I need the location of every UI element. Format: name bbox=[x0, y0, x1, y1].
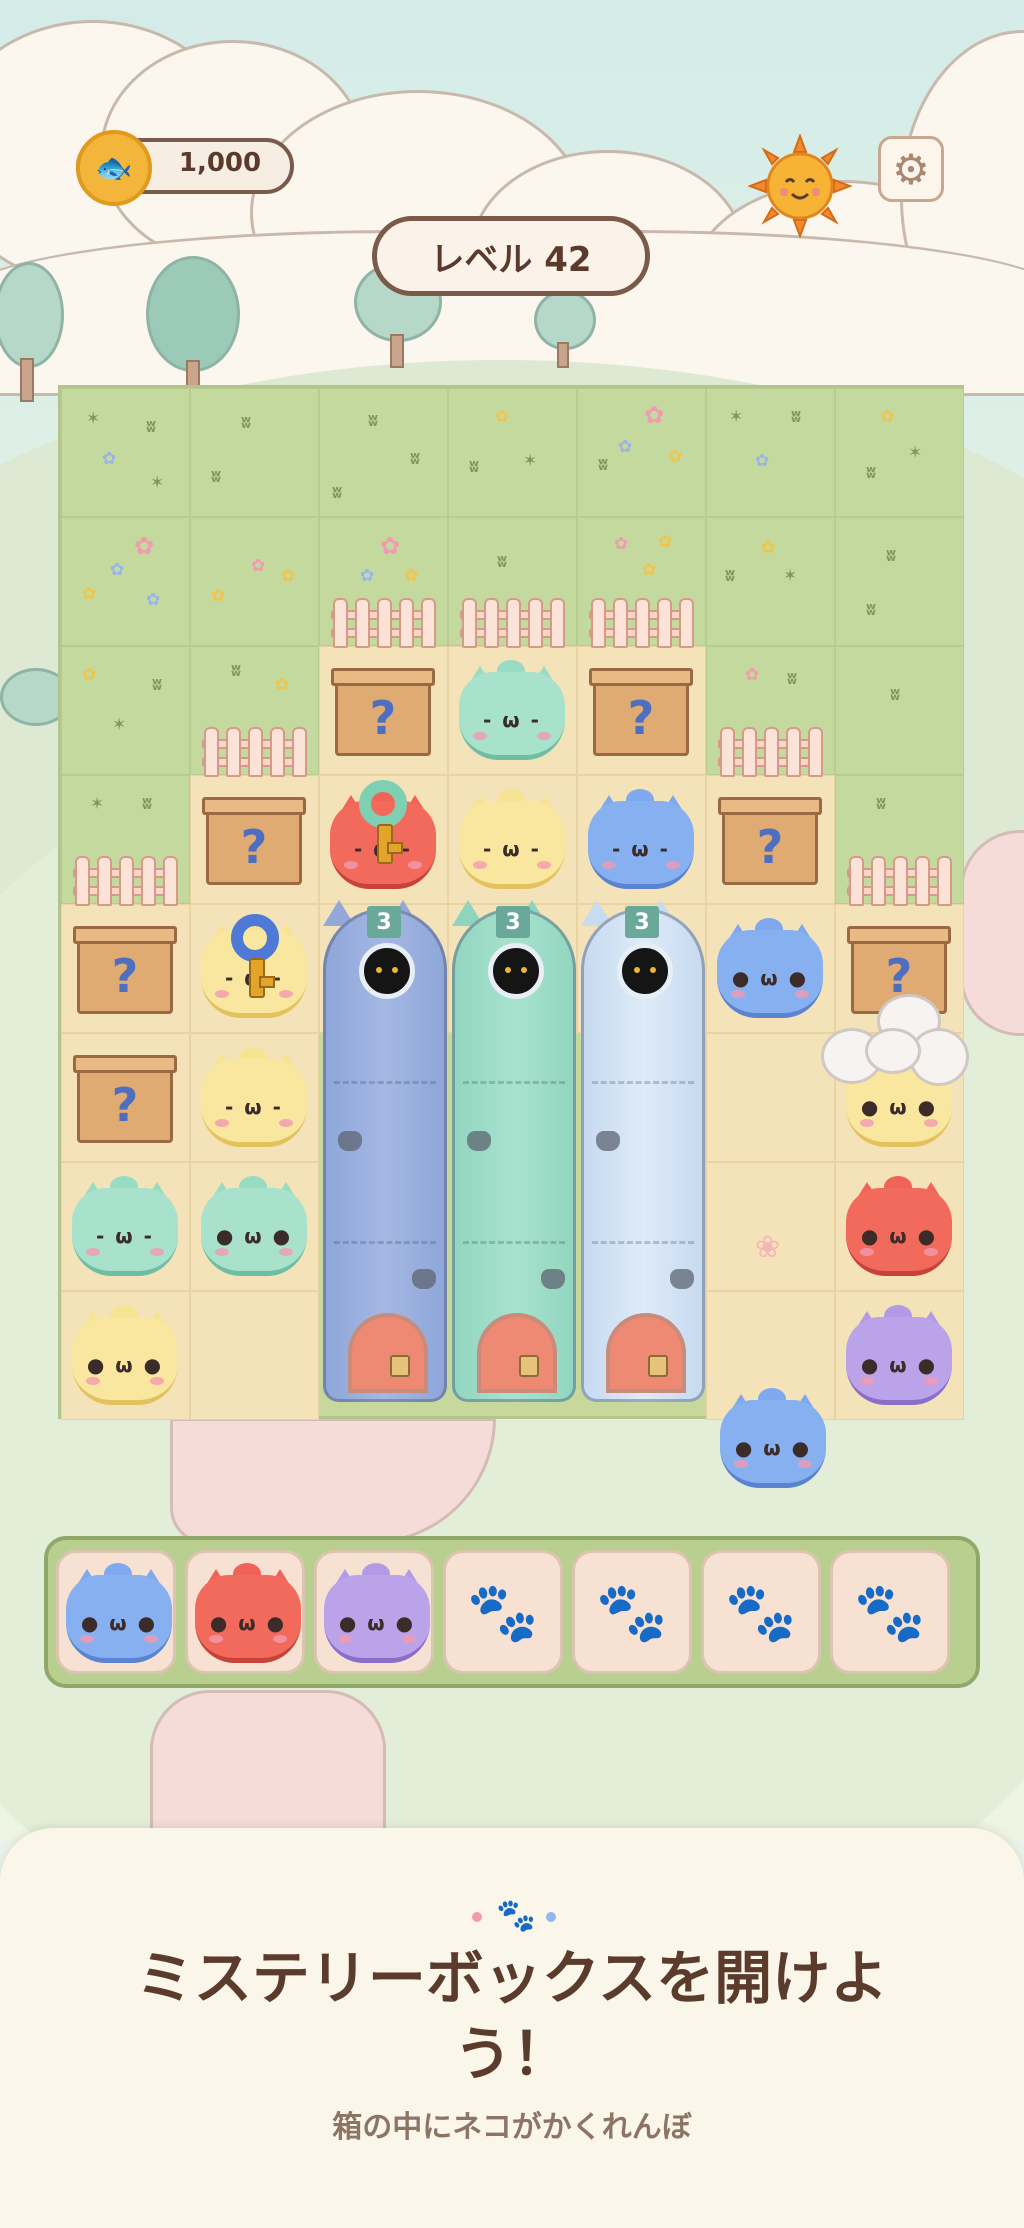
tube-counter: 3 bbox=[496, 906, 530, 938]
cat-blue-moving: ● ω ● bbox=[720, 1388, 826, 1488]
cat-purple-awake[interactable]: ● ω ● bbox=[846, 1305, 952, 1405]
grass-tile: ʬʬ bbox=[835, 517, 964, 646]
tray-slot-empty[interactable]: 🐾 bbox=[572, 1550, 692, 1674]
tree bbox=[146, 256, 240, 388]
cat-red-awake: ● ω ● bbox=[195, 1563, 301, 1663]
fence bbox=[202, 727, 307, 777]
tray-slot-filled[interactable]: ● ω ● bbox=[185, 1550, 305, 1674]
fence bbox=[847, 856, 952, 906]
locked-door bbox=[606, 1313, 686, 1393]
fence bbox=[589, 598, 694, 648]
path bbox=[960, 830, 1024, 1036]
paw-icon: 🐾 bbox=[595, 1577, 669, 1646]
cat-blue-sleeping[interactable]: - ω - bbox=[588, 789, 694, 889]
mystery-box[interactable]: ? bbox=[73, 922, 177, 1014]
lock-icon bbox=[390, 1355, 410, 1377]
game-board: ✶ ʬ ✿ ✶ ʬʬ ʬʬʬ ✿ ✶ ʬ ✿ ✿ ✿ ʬ ✶ ʬ ✿ ✿ ✶ ʬ ✿ ✿ ✿ ✿ ✿ ✿ ✿ ✿ ✿… bbox=[58, 385, 969, 1420]
smoke-puff bbox=[865, 1028, 921, 1074]
tree bbox=[534, 290, 596, 370]
tray-slot-empty[interactable]: 🐾 bbox=[701, 1550, 821, 1674]
cat-tray: ● ω ● ● ω ● ● ω ● 🐾 🐾 🐾 🐾 bbox=[44, 1536, 980, 1688]
grass-tile: ✶ ʬ ✿ ✶ bbox=[61, 388, 190, 517]
cat-tube-green[interactable] bbox=[452, 908, 576, 1402]
paw-icon: 🐾 bbox=[724, 1577, 798, 1646]
cat-red-awake[interactable]: ● ω ● bbox=[846, 1176, 952, 1276]
lock-icon bbox=[648, 1355, 668, 1377]
tray-slot-filled[interactable]: ● ω ● bbox=[56, 1550, 176, 1674]
grass-tile: ✶ ʬ ✿ bbox=[706, 388, 835, 517]
paw-icon: 🐾 bbox=[853, 1577, 927, 1646]
grass-tile: ✿ ✶ ʬ bbox=[835, 388, 964, 517]
tree bbox=[0, 262, 66, 422]
grass-tile: ✿ ✿ ✿ ✿ bbox=[61, 517, 190, 646]
cat-green-awake[interactable]: ● ω ● bbox=[201, 1176, 307, 1276]
mystery-box[interactable]: ? bbox=[202, 793, 306, 885]
locked-door bbox=[348, 1313, 428, 1393]
promo-headline: ミステリーボックスを開けよう！ bbox=[135, 1944, 889, 2088]
locked-door bbox=[477, 1313, 557, 1393]
grass-tile: ✿ ✶ ʬ bbox=[706, 517, 835, 646]
tube-counter: 3 bbox=[367, 906, 401, 938]
fence bbox=[73, 856, 178, 906]
cat-tube-blue[interactable] bbox=[323, 908, 447, 1402]
grass-tile: ✿ ✿ ✿ ʬ bbox=[577, 388, 706, 517]
cat-blue-awake[interactable]: ● ω ● bbox=[717, 918, 823, 1018]
tray-slot-empty[interactable]: 🐾 bbox=[443, 1550, 563, 1674]
sand-tile bbox=[190, 1291, 319, 1420]
paw-dots-decoration: 🐾 bbox=[462, 1896, 562, 1936]
sand-tile: ❀ bbox=[706, 1162, 835, 1291]
sun-icon[interactable] bbox=[748, 134, 852, 238]
tube-counter: 3 bbox=[625, 906, 659, 938]
grass-tile: ✿ ✿ ✿ bbox=[190, 517, 319, 646]
fence bbox=[718, 727, 823, 777]
cat-blue-awake: ● ω ● bbox=[66, 1563, 172, 1663]
path bbox=[150, 1690, 386, 1840]
cat-yellow-sleeping[interactable]: - ω - bbox=[201, 1047, 307, 1147]
tray-slot-filled[interactable]: ● ω ● bbox=[314, 1550, 434, 1674]
mystery-box[interactable]: ? bbox=[718, 793, 822, 885]
sand-tile bbox=[706, 1033, 835, 1162]
grass-tile: ʬʬ bbox=[190, 388, 319, 517]
paw-icon: 🐾 bbox=[466, 1577, 540, 1646]
grass-tile: ʬʬʬ bbox=[319, 388, 448, 517]
fence bbox=[331, 598, 436, 648]
grass-tile: ✿ ✶ ʬ bbox=[61, 646, 190, 775]
green-key-icon bbox=[355, 780, 411, 864]
grass-tile: ✿ ✶ ʬ bbox=[448, 388, 577, 517]
mystery-box[interactable]: ? bbox=[589, 664, 693, 756]
mystery-box[interactable]: ? bbox=[73, 1051, 177, 1143]
cat-purple-awake: ● ω ● bbox=[324, 1563, 430, 1663]
coin-amount: 1,000 bbox=[178, 148, 262, 178]
fish-coin-icon: 🐟 bbox=[76, 130, 152, 206]
tray-slot-empty[interactable]: 🐾 bbox=[830, 1550, 950, 1674]
mystery-box[interactable]: ? bbox=[331, 664, 435, 756]
paw-icon: 🐾 bbox=[496, 1896, 536, 1934]
lock-icon bbox=[519, 1355, 539, 1377]
grass-tile: ʬ bbox=[835, 646, 964, 775]
cat-green-sleeping[interactable]: - ω - bbox=[459, 660, 565, 760]
blue-key-icon bbox=[227, 914, 283, 998]
cat-yellow-sleeping[interactable]: - ω - bbox=[459, 789, 565, 889]
fence bbox=[460, 598, 565, 648]
gear-icon[interactable]: ⚙ bbox=[878, 136, 944, 202]
cat-yellow-awake[interactable]: ● ω ● bbox=[72, 1305, 178, 1405]
level-indicator: レベル 42 bbox=[372, 216, 650, 296]
promo-subtitle: 箱の中にネコがかくれんぼ bbox=[332, 2110, 692, 2145]
cat-tube-light-blue[interactable] bbox=[581, 908, 705, 1402]
cat-green-sleeping[interactable]: - ω - bbox=[72, 1176, 178, 1276]
